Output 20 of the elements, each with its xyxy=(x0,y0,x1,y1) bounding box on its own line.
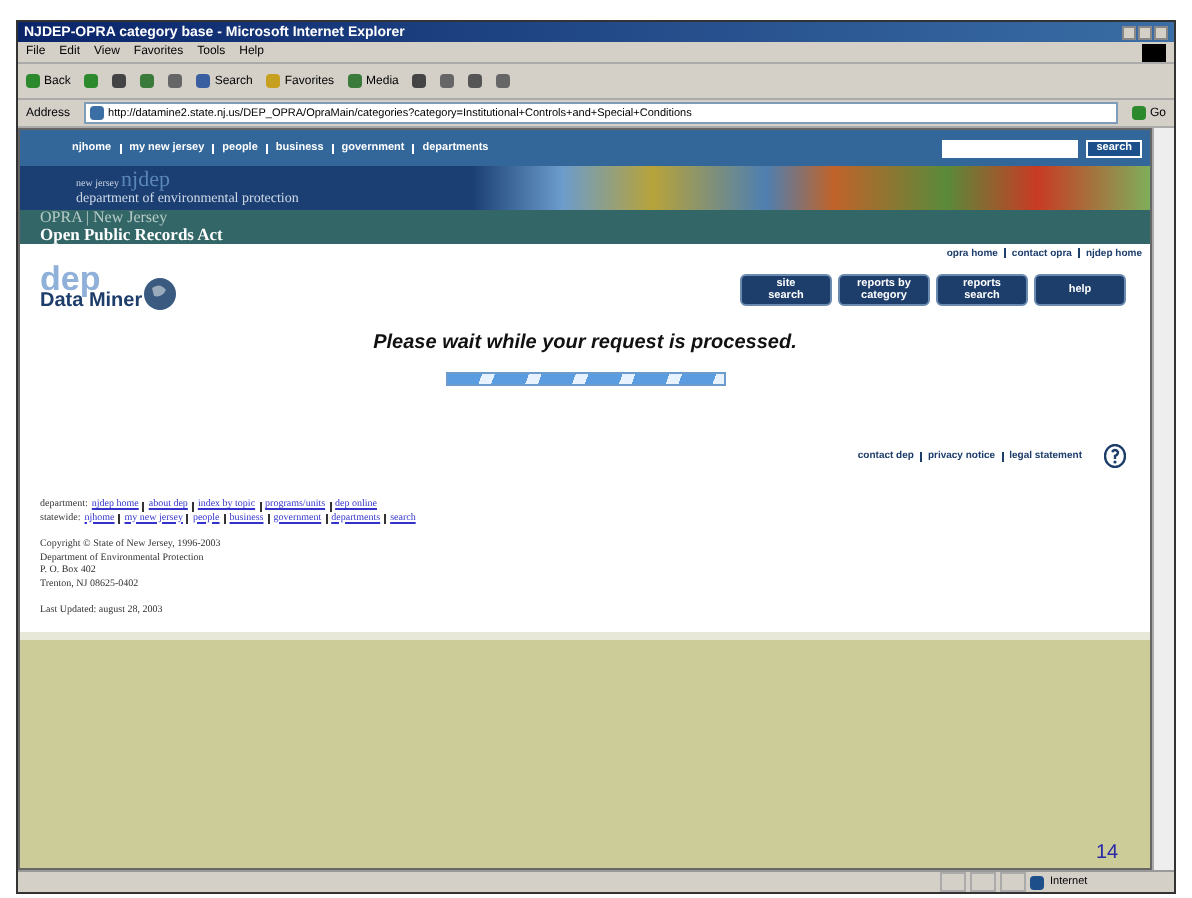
logo-text: dep xyxy=(40,266,101,295)
page-icon xyxy=(90,106,105,120)
minimize-button[interactable] xyxy=(1122,25,1136,39)
status-pane xyxy=(940,872,966,892)
close-button[interactable] xyxy=(1154,25,1168,39)
toolbar-icon xyxy=(266,74,281,88)
agency-logo-text: njdep xyxy=(121,170,170,192)
search-field[interactable] xyxy=(942,139,1079,157)
logo-text: Data Miner xyxy=(40,294,143,312)
slide-number: 14 xyxy=(1096,842,1119,864)
maximize-button[interactable] xyxy=(1138,25,1152,39)
toolbar-icon xyxy=(348,74,363,88)
toolbar-icon xyxy=(26,74,40,88)
help-icon[interactable] xyxy=(1104,444,1126,468)
wait-message: Please wait while your request is processed. xyxy=(371,332,799,354)
status-pane xyxy=(1000,872,1026,892)
band-subtitle: OPRA | New Jersey xyxy=(40,210,170,227)
band-title: Open Public Records Act xyxy=(40,226,225,244)
scrollbar[interactable] xyxy=(1152,128,1174,870)
status-pane xyxy=(970,872,996,892)
